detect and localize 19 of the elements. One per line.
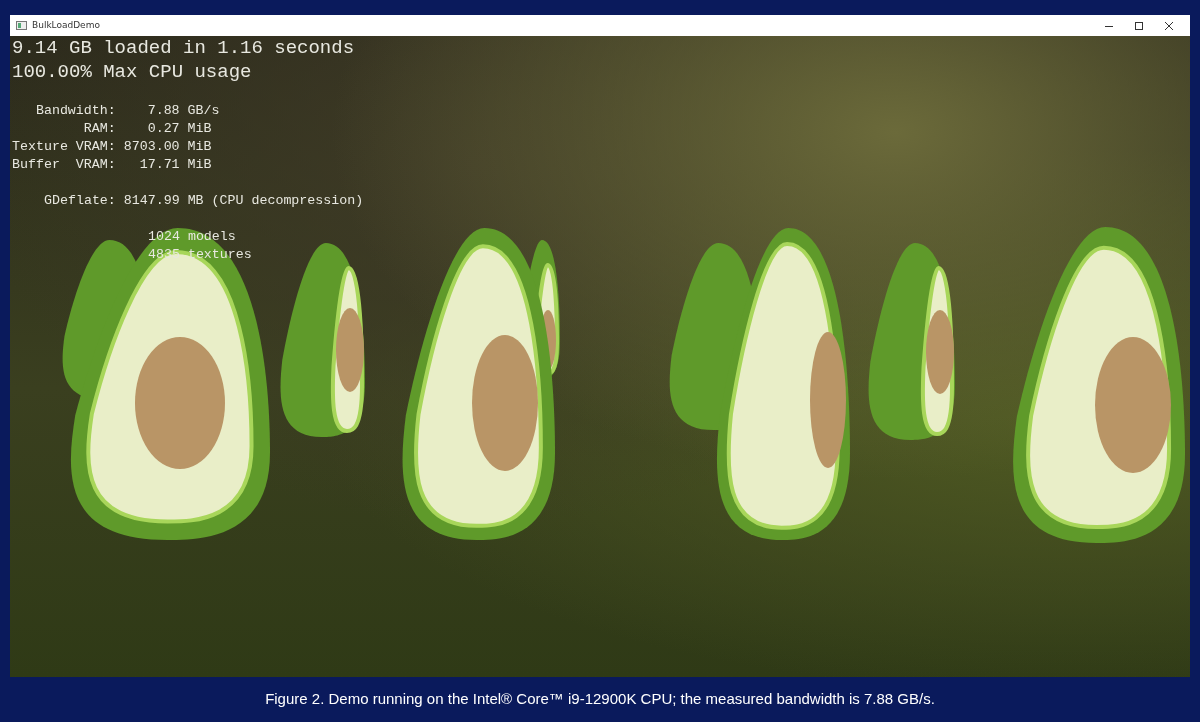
stat-label: Texture VRAM: (12, 138, 116, 156)
stat-label: Buffer VRAM: (12, 156, 116, 174)
stat-value: 0.27 (146, 120, 180, 138)
stat-value: 8703.00 (123, 138, 180, 156)
figure-caption: Figure 2. Demo running on the Intel® Core™ i9-12900K CPU; the measured bandwidth is 7.88 GB/s. (264, 689, 936, 710)
stat-text: 1024 models (148, 228, 236, 246)
app-icon (16, 21, 27, 30)
stat-unit: MiB (187, 120, 213, 138)
stat-value: 17.71 (138, 156, 180, 174)
stat-text: GDeflate: 8147.99 MB (CPU decompression) (43, 192, 364, 210)
status-text: 9.14 GB loaded in 1.16 seconds (12, 36, 355, 60)
status-text: 100.00% Max CPU usage (12, 60, 252, 84)
stat-label: Bandwidth: (34, 102, 116, 120)
stat-value: 7.88 (146, 102, 180, 120)
stat-unit: MiB (187, 138, 213, 156)
stat-unit: GB/s (187, 102, 220, 120)
stat-unit: MiB (187, 156, 213, 174)
window-title: BulkLoadDemo (32, 18, 100, 32)
stat-label: RAM: (82, 120, 116, 138)
